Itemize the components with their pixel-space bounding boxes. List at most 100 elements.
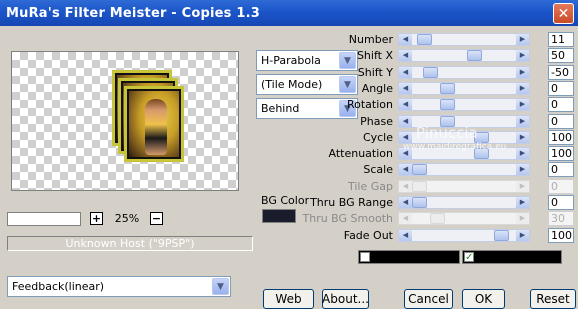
- slider-track[interactable]: ◀ ▶: [398, 33, 530, 46]
- slider-value-field[interactable]: 0: [548, 97, 574, 112]
- slider-label: Thru BG Smooth: [302, 212, 394, 225]
- arrow-left-icon[interactable]: ◀: [399, 34, 412, 45]
- window-title: MuRa's Filter Meister - Copies 1.3: [6, 5, 260, 21]
- slider-track[interactable]: ◀ ▶: [398, 82, 530, 95]
- web-button[interactable]: Web: [263, 289, 314, 309]
- cancel-button[interactable]: Cancel: [404, 289, 453, 309]
- arrow-right-icon: ▶: [516, 181, 529, 192]
- arrow-left-icon[interactable]: ◀: [399, 116, 412, 127]
- slider-thumb[interactable]: [494, 230, 509, 241]
- slider-thumb: [412, 181, 427, 192]
- arrow-left-icon[interactable]: ◀: [399, 197, 412, 208]
- slider-track[interactable]: ◀ ▶: [398, 49, 530, 62]
- slider-label: Scale: [363, 163, 393, 176]
- arrow-right-icon: ▶: [516, 213, 529, 224]
- chevron-down-icon[interactable]: ▼: [212, 278, 229, 295]
- slider-row: Tile Gap ◀ ▶: [297, 179, 530, 194]
- slider-value-field[interactable]: 100: [548, 228, 574, 243]
- slider-label: Cycle: [362, 131, 393, 144]
- slider-value-field[interactable]: 100: [548, 130, 574, 145]
- slider-track[interactable]: ◀ ▶: [398, 66, 530, 79]
- slider-thumb[interactable]: [417, 34, 432, 45]
- about-button[interactable]: About...: [322, 289, 369, 309]
- slider-thumb[interactable]: [474, 132, 489, 143]
- arrow-right-icon[interactable]: ▶: [516, 164, 529, 175]
- arrow-right-icon[interactable]: ▶: [516, 34, 529, 45]
- slider-label: Shift Y: [357, 66, 393, 79]
- arrow-left-icon[interactable]: ◀: [399, 99, 412, 110]
- slider-value-field: 0: [548, 179, 574, 194]
- arrow-right-icon[interactable]: ▶: [516, 83, 529, 94]
- arrow-left-icon[interactable]: ◀: [399, 164, 412, 175]
- host-status: Unknown Host ("9PSP"): [7, 236, 253, 251]
- slider-row: Scale ◀ ▶: [297, 162, 530, 177]
- arrow-right-icon[interactable]: ▶: [516, 230, 529, 241]
- slider-row: Angle ◀ ▶: [297, 81, 530, 96]
- arrow-right-icon[interactable]: ▶: [516, 99, 529, 110]
- slider-row: Shift X ◀ ▶: [297, 48, 530, 63]
- slider-label: Rotation: [346, 98, 393, 111]
- slider-track[interactable]: ◀ ▶: [398, 229, 530, 242]
- slider-thumb[interactable]: [412, 197, 427, 208]
- slider-row: Fade Out ◀ ▶: [297, 228, 530, 243]
- slider-row: Cycle ◀ ▶: [297, 130, 530, 145]
- zoom-out-button[interactable]: −: [150, 212, 163, 225]
- arrow-right-icon[interactable]: ▶: [516, 197, 529, 208]
- reset-button[interactable]: Reset: [530, 289, 576, 309]
- slider-thumb[interactable]: [440, 83, 455, 94]
- arrow-right-icon[interactable]: ▶: [516, 148, 529, 159]
- color-bar-left[interactable]: [358, 250, 460, 264]
- slider-value-field[interactable]: -50: [548, 65, 574, 80]
- preview-canvas[interactable]: [11, 51, 239, 191]
- slider-value-field[interactable]: 0: [548, 162, 574, 177]
- slider-value-field[interactable]: 50: [548, 48, 574, 63]
- close-icon[interactable]: ✕: [553, 3, 574, 24]
- slider-row: Number ◀ ▶: [297, 32, 530, 47]
- slider-value-field[interactable]: 0: [548, 81, 574, 96]
- slider-thumb[interactable]: [474, 148, 489, 159]
- arrow-right-icon[interactable]: ▶: [516, 116, 529, 127]
- slider-label: Tile Gap: [347, 180, 393, 193]
- slider-row: Shift Y ◀ ▶: [297, 65, 530, 80]
- slider-value-field[interactable]: 100: [548, 146, 574, 161]
- slider-thumb[interactable]: [440, 99, 455, 110]
- arrow-right-icon[interactable]: ▶: [516, 50, 529, 61]
- arrow-left-icon: ◀: [399, 213, 412, 224]
- color-bar-left-checkbox[interactable]: [360, 252, 370, 262]
- arrow-right-icon[interactable]: ▶: [516, 132, 529, 143]
- arrow-left-icon[interactable]: ◀: [399, 230, 412, 241]
- arrow-left-icon[interactable]: ◀: [399, 148, 412, 159]
- slider-track[interactable]: ◀ ▶: [398, 115, 530, 128]
- slider-thumb[interactable]: [423, 67, 438, 78]
- slider-track: ◀ ▶: [398, 212, 530, 225]
- slider-value-field[interactable]: 0: [548, 114, 574, 129]
- slider-thumb[interactable]: [440, 116, 455, 127]
- slider-thumb: [430, 213, 445, 224]
- zoom-field[interactable]: [7, 212, 81, 226]
- bg-color-swatch[interactable]: [262, 209, 296, 223]
- slider-track[interactable]: ◀ ▶: [398, 147, 530, 160]
- color-bar-right[interactable]: ✓: [462, 250, 562, 264]
- slider-track[interactable]: ◀ ▶: [398, 98, 530, 111]
- slider-track[interactable]: ◀ ▶: [398, 163, 530, 176]
- ok-button[interactable]: OK: [462, 289, 505, 309]
- slider-track[interactable]: ◀ ▶: [398, 131, 530, 144]
- color-bar-right-checkbox[interactable]: ✓: [464, 252, 474, 263]
- slider-thumb[interactable]: [467, 50, 482, 61]
- arrow-left-icon[interactable]: ◀: [399, 67, 412, 78]
- arrow-right-icon[interactable]: ▶: [516, 67, 529, 78]
- slider-row: Rotation ◀ ▶: [297, 97, 530, 112]
- slider-value-field[interactable]: 0: [548, 195, 574, 210]
- slider-track[interactable]: ◀ ▶: [398, 196, 530, 209]
- feedback-dropdown[interactable]: Feedback(linear) ▼: [7, 276, 231, 297]
- slider-thumb[interactable]: [412, 164, 427, 175]
- zoom-in-button[interactable]: +: [90, 212, 103, 225]
- preview-copies: [112, 70, 202, 170]
- arrow-left-icon[interactable]: ◀: [399, 132, 412, 143]
- feedback-dropdown-value: Feedback(linear): [12, 280, 105, 293]
- arrow-left-icon[interactable]: ◀: [399, 83, 412, 94]
- slider-value-field[interactable]: 11: [548, 32, 574, 47]
- slider-label: Shift X: [356, 49, 393, 62]
- arrow-left-icon[interactable]: ◀: [399, 50, 412, 61]
- arrow-left-icon: ◀: [399, 181, 412, 192]
